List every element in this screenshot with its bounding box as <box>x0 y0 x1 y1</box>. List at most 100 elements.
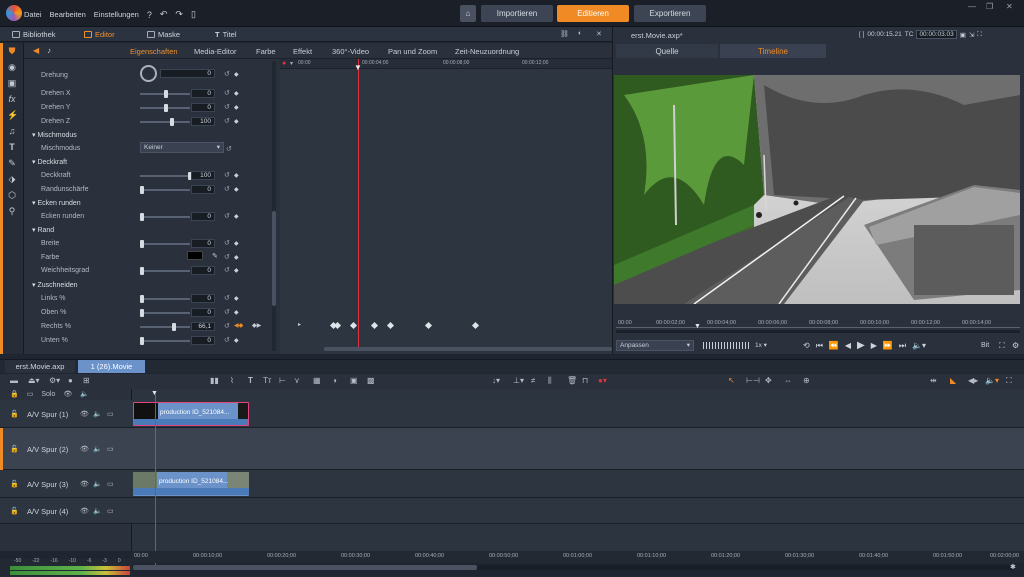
keyframe-diamond[interactable] <box>424 321 433 330</box>
next-frame-icon[interactable]: ⏩ <box>883 341 893 350</box>
film-strip-icon[interactable]: ▭ <box>27 390 34 398</box>
slider-knob[interactable] <box>164 104 168 112</box>
rechts-slider[interactable] <box>140 323 190 331</box>
reset-icon[interactable]: ↺ <box>224 212 230 220</box>
magnet-icon[interactable]: ◣ <box>950 376 956 385</box>
preview-scrub-track[interactable] <box>616 330 1020 333</box>
keyframe-diamond[interactable] <box>349 321 358 330</box>
weichheit-field[interactable]: 0 <box>191 266 215 275</box>
link-icon[interactable]: ⛓ <box>560 30 569 38</box>
link-clip-icon[interactable]: ⌇ <box>230 376 234 385</box>
storyboard-icon[interactable]: ▬ <box>10 376 18 385</box>
eyedropper-icon[interactable]: ✎ <box>212 252 218 260</box>
keyframe-icon[interactable]: ◆ <box>234 337 239 344</box>
keyframe-icon[interactable]: ◆ <box>234 172 239 179</box>
current-timecode[interactable]: 00:00:03.03 <box>916 30 957 39</box>
loop-icon[interactable]: ⟲ <box>803 341 810 350</box>
lock-icon[interactable]: 🔓 <box>10 410 19 418</box>
slip-icon[interactable]: ⇔ <box>784 376 792 385</box>
keyframe-diamond[interactable] <box>386 321 395 330</box>
pointer-icon[interactable]: ↖ <box>728 376 735 385</box>
track-name-4[interactable]: A/V Spur (4) <box>27 507 68 516</box>
tab-quelle[interactable]: Quelle <box>616 44 718 58</box>
chart-icon[interactable]: ▮▮ <box>210 376 219 385</box>
tab-eigenschaften[interactable]: Eigenschaften <box>130 47 178 56</box>
audio-mix-icon[interactable]: ⏏▾ <box>28 376 40 385</box>
reset-icon[interactable]: ↺ <box>224 308 230 316</box>
reset-icon[interactable]: ↺ <box>224 266 230 274</box>
reset-icon[interactable]: ↺ <box>224 239 230 247</box>
keyframe-icon[interactable]: ◆ <box>234 254 239 261</box>
video-tab-icon[interactable]: ◀ <box>33 46 39 55</box>
video-clip-3[interactable]: production ID_521084... <box>133 472 249 496</box>
reset-icon[interactable]: ↺ <box>224 171 230 179</box>
speaker-icon[interactable]: 🔈 <box>93 410 102 418</box>
timeline-playhead-handle-icon[interactable]: ▼ <box>151 390 158 397</box>
transition-icon[interactable]: ⚡ <box>7 110 18 120</box>
speaker-orange-icon[interactable]: 🔈▾ <box>985 376 999 385</box>
keyframe-icon[interactable]: ◆ <box>234 295 239 302</box>
keyframe-icon[interactable]: ◆ <box>234 104 239 111</box>
split-clip-icon[interactable]: ⫼ <box>548 376 552 386</box>
stack-icon[interactable]: ⬡ <box>7 190 17 200</box>
import-button[interactable]: Importieren <box>481 5 553 22</box>
keyframe-prev-icon[interactable]: ◀◆ <box>234 322 243 329</box>
section-rand[interactable]: ▾ Rand <box>32 226 54 234</box>
fx-icon[interactable]: fx <box>7 94 17 104</box>
reset-icon[interactable]: ↺ <box>224 185 230 193</box>
slider-knob[interactable] <box>140 240 144 248</box>
play-icon[interactable]: ▶ <box>857 340 865 351</box>
step-back-icon[interactable]: ◀ <box>845 341 851 350</box>
eye-all-icon[interactable]: 👁 <box>63 390 72 398</box>
ecken-field[interactable]: 0 <box>191 212 215 221</box>
menu-edit[interactable]: Bearbeiten <box>50 10 86 19</box>
keyframe-icon[interactable]: ◆ <box>234 267 239 274</box>
keyframe-diamond[interactable] <box>370 321 379 330</box>
text-icon[interactable]: T <box>7 142 17 152</box>
drehen-z-field[interactable]: 100 <box>191 117 215 126</box>
deckkraft-field[interactable]: 100 <box>191 171 215 180</box>
tab-media-editor[interactable]: Media-Editor <box>194 47 237 56</box>
expand-icon[interactable]: ▸ <box>298 321 301 328</box>
trim-icon[interactable]: ⊢⊣ <box>746 376 760 385</box>
redo-icon[interactable]: ↷ <box>175 9 183 20</box>
fullscreen-icon[interactable]: ⛶ <box>977 31 982 39</box>
randunschaerfe-slider[interactable] <box>140 186 190 194</box>
slider-knob[interactable] <box>140 309 144 317</box>
keyframe-diamond[interactable] <box>471 321 480 330</box>
keyframe-icon[interactable]: ◆ <box>234 186 239 193</box>
reset-icon[interactable]: ↺ <box>224 336 230 344</box>
ripple-icon[interactable]: ⇹ <box>930 376 937 385</box>
prev-frame-icon[interactable]: ⏪ <box>829 341 839 350</box>
drehen-x-slider[interactable] <box>140 90 190 98</box>
drehen-y-slider[interactable] <box>140 104 190 112</box>
timeline-scrollbar[interactable] <box>133 565 1013 570</box>
reset-icon[interactable]: ↺ <box>226 145 232 153</box>
tab-editor[interactable]: Editor <box>84 30 115 39</box>
slider-knob[interactable] <box>140 213 144 221</box>
monitor-icon[interactable]: ▭ <box>107 410 114 418</box>
section-ecken[interactable]: ▾ Ecken runden <box>32 199 81 207</box>
minimize-icon[interactable]: — <box>968 2 976 11</box>
track-name-1[interactable]: A/V Spur (1) <box>27 410 68 419</box>
keyframe-icon[interactable]: ◆ <box>234 71 239 78</box>
timeline-playhead[interactable] <box>155 394 156 566</box>
playhead-handle-icon[interactable]: ▼ <box>354 63 362 72</box>
slider-knob[interactable] <box>172 323 176 331</box>
zoom-icon[interactable]: ⊕ <box>803 376 810 385</box>
breite-slider[interactable] <box>140 240 190 248</box>
speaker-icon[interactable]: 🔈 <box>93 445 102 453</box>
document-icon[interactable]: ▯ <box>191 9 196 20</box>
slider-knob[interactable] <box>170 118 174 126</box>
toggle-icon[interactable]: ◐ <box>578 30 582 37</box>
oben-slider[interactable] <box>140 309 190 317</box>
tools-icon[interactable]: ⚲ <box>7 206 17 216</box>
keyframe-icon[interactable]: ◆ <box>234 213 239 220</box>
slider-knob[interactable] <box>140 295 144 303</box>
reset-icon[interactable]: ↺ <box>224 322 230 330</box>
transition-tool-icon[interactable]: ⋎ <box>294 376 300 385</box>
reset-icon[interactable]: ↺ <box>224 117 230 125</box>
reset-icon[interactable]: ↺ <box>224 294 230 302</box>
reset-icon[interactable]: ↺ <box>224 89 230 97</box>
randunschaerfe-field[interactable]: 0 <box>191 185 215 194</box>
